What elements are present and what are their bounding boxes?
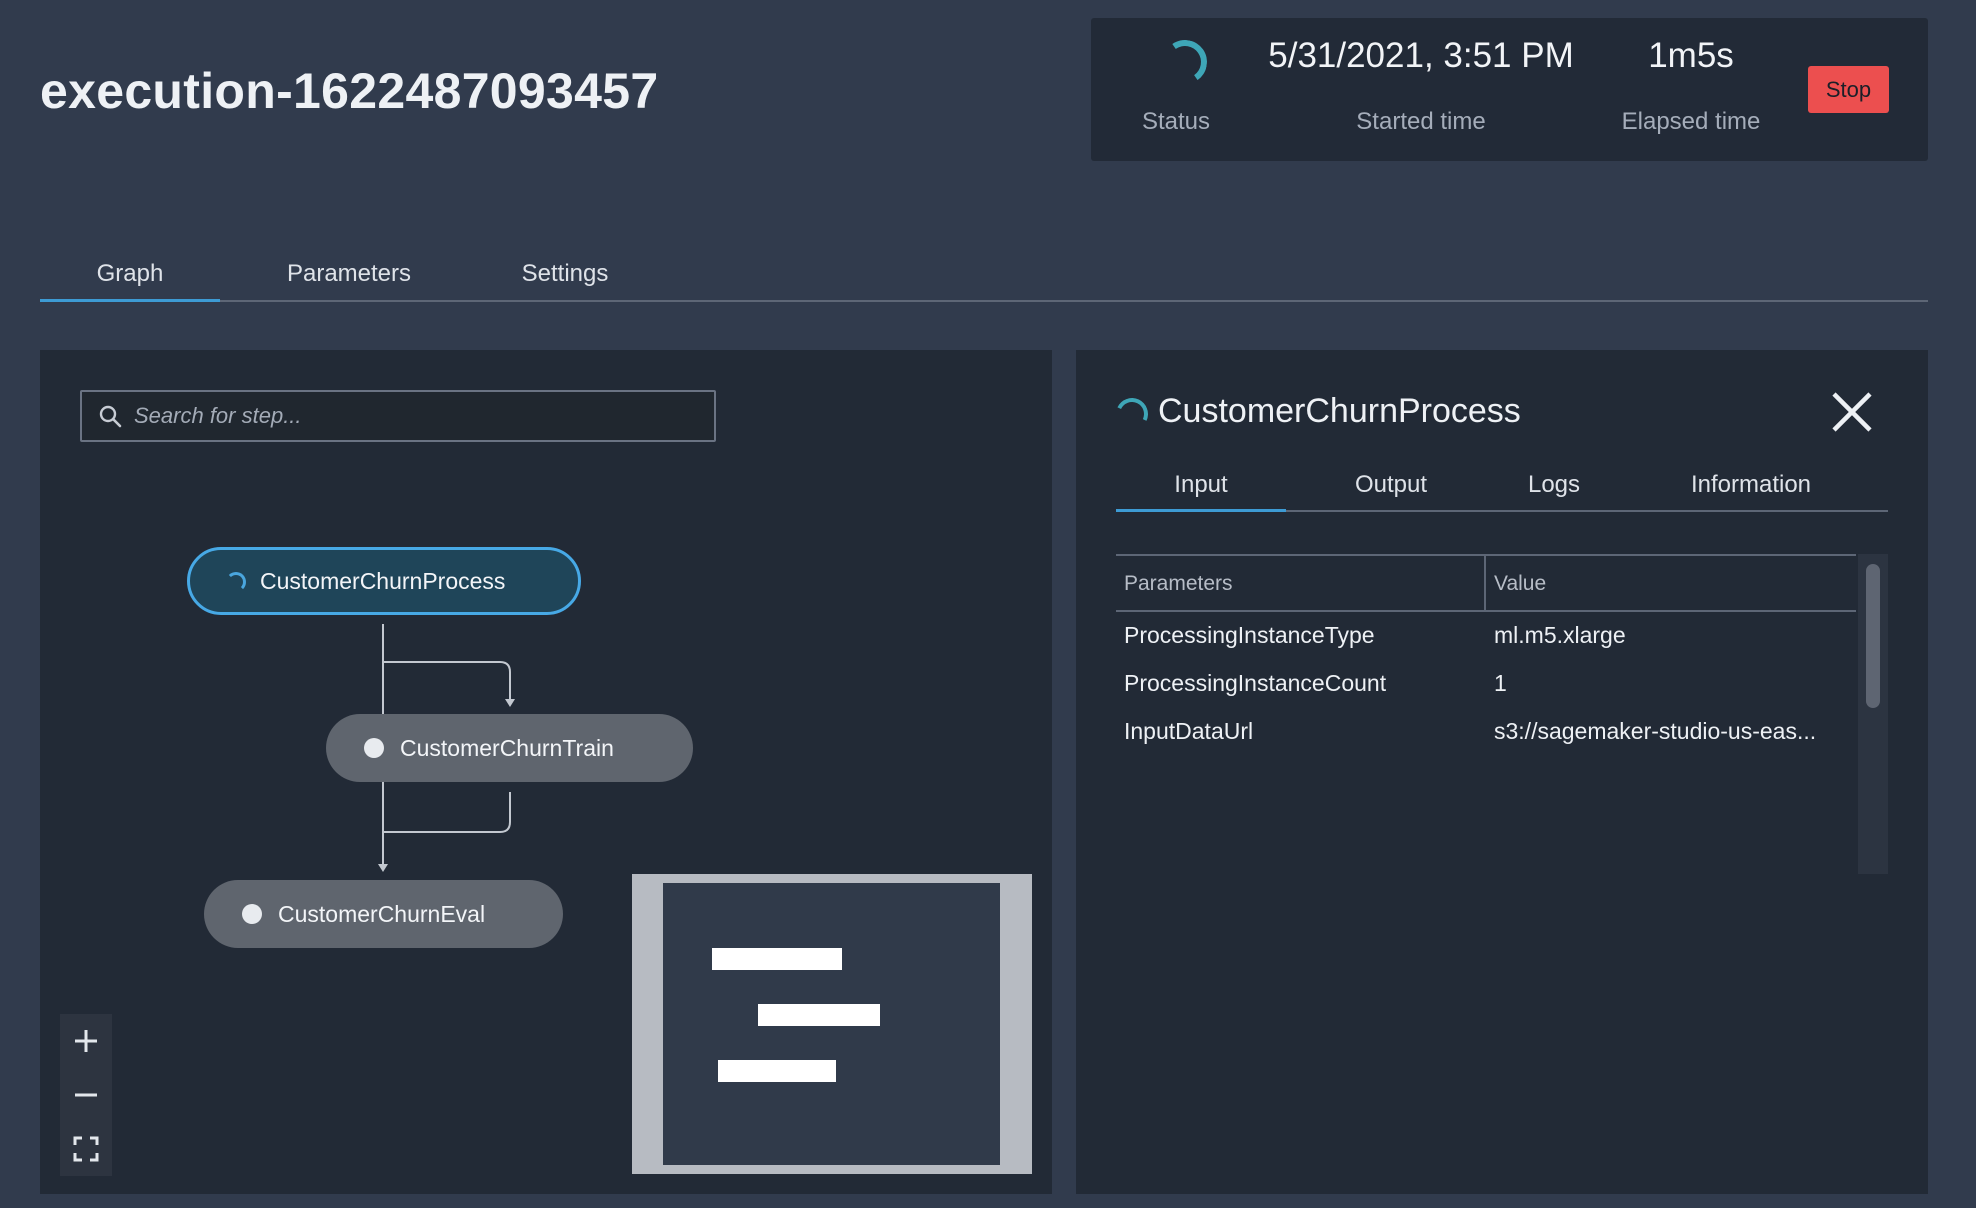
param-value: ml.m5.xlarge [1494,622,1626,648]
step-detail-panel: CustomerChurnProcess Input Output Logs I… [1076,350,1928,1194]
column-divider [1484,556,1486,612]
close-button[interactable] [1828,388,1876,436]
started-time-label: Started time [1356,108,1486,135]
minimap-node [758,1004,880,1026]
param-name: InputDataUrl [1124,718,1254,744]
param-value: s3://sagemaker-studio-us-eas... [1494,718,1817,744]
detail-tab-bar: Input Output Logs Information [1116,462,1888,512]
elapsed-time-value: 1m5s [1648,36,1734,75]
fit-screen-icon [73,1136,99,1162]
pending-dot-icon [364,738,384,758]
elapsed-time-label: Elapsed time [1621,108,1761,135]
zoom-controls [60,1014,112,1176]
arrowhead-eval [378,864,388,872]
node-label: CustomerChurnProcess [260,568,506,594]
close-icon [1832,392,1872,432]
table-row: ProcessingInstanceType ml.m5.xlarge [1116,612,1856,660]
stop-button[interactable]: Stop [1808,66,1889,113]
zoom-in-button[interactable] [60,1014,112,1068]
node-label: CustomerChurnTrain [400,735,614,761]
parameters-table: Parameters Value ProcessingInstanceType … [1116,554,1856,756]
table-row: InputDataUrl s3://sagemaker-studio-us-ea… [1116,708,1856,756]
param-name: ProcessingInstanceCount [1124,670,1387,696]
minus-icon [75,1093,97,1097]
param-value: 1 [1494,670,1507,696]
plus-icon [75,1030,97,1052]
column-header-parameters: Parameters [1124,572,1233,595]
pending-dot-icon [242,904,262,924]
graph-panel: CustomerChurnProcess CustomerChurnTrain … [40,350,1052,1194]
tab-logs[interactable]: Logs [1494,462,1614,512]
minimap-node [712,948,842,970]
tab-graph[interactable]: Graph [40,250,220,302]
status-label: Status [1141,108,1211,135]
graph-node-customerchurneval[interactable]: CustomerChurnEval [204,880,563,948]
status-column: Status [1101,18,1251,161]
tab-output[interactable]: Output [1316,462,1466,512]
scrollbar-thumb[interactable] [1866,564,1880,708]
column-header-value: Value [1494,572,1547,595]
arrowhead-train [505,699,515,707]
running-spinner-icon [226,572,246,592]
graph-node-customerchurntrain[interactable]: CustomerChurnTrain [326,714,693,782]
graph-node-customerchurnprocess[interactable]: CustomerChurnProcess [187,547,581,615]
tab-parameters[interactable]: Parameters [260,250,438,302]
started-time-value: 5/31/2021, 3:51 PM [1268,36,1574,75]
graph-minimap[interactable] [632,874,1032,1174]
zoom-out-button[interactable] [60,1068,112,1122]
pipeline-execution-page: execution-1622487093457 Status 5/31/2021… [0,0,1976,1208]
node-label: CustomerChurnEval [278,901,486,927]
detail-title: CustomerChurnProcess [1158,392,1521,430]
table-row: ProcessingInstanceCount 1 [1116,660,1856,708]
tab-input[interactable]: Input [1116,462,1286,512]
tab-information[interactable]: Information [1656,462,1846,512]
elapsed-time-column: 1m5s Elapsed time [1591,18,1791,161]
table-scrollbar[interactable] [1858,554,1888,874]
started-time-column: 5/31/2021, 3:51 PM Started time [1251,18,1591,161]
edge-train-to-eval [383,792,511,833]
edge-process-to-train [382,624,511,700]
running-spinner-icon [1111,393,1153,435]
table-header: Parameters Value [1116,554,1856,612]
execution-status-panel: Status 5/31/2021, 3:51 PM Started time 1… [1091,18,1928,161]
tab-settings[interactable]: Settings [490,250,640,302]
page-title: execution-1622487093457 [40,63,659,119]
main-tab-bar: Graph Parameters Settings [40,250,1928,302]
minimap-node [718,1060,836,1082]
fit-view-button[interactable] [60,1122,112,1176]
param-name: ProcessingInstanceType [1124,622,1375,648]
loading-spinner-icon [1159,36,1211,88]
